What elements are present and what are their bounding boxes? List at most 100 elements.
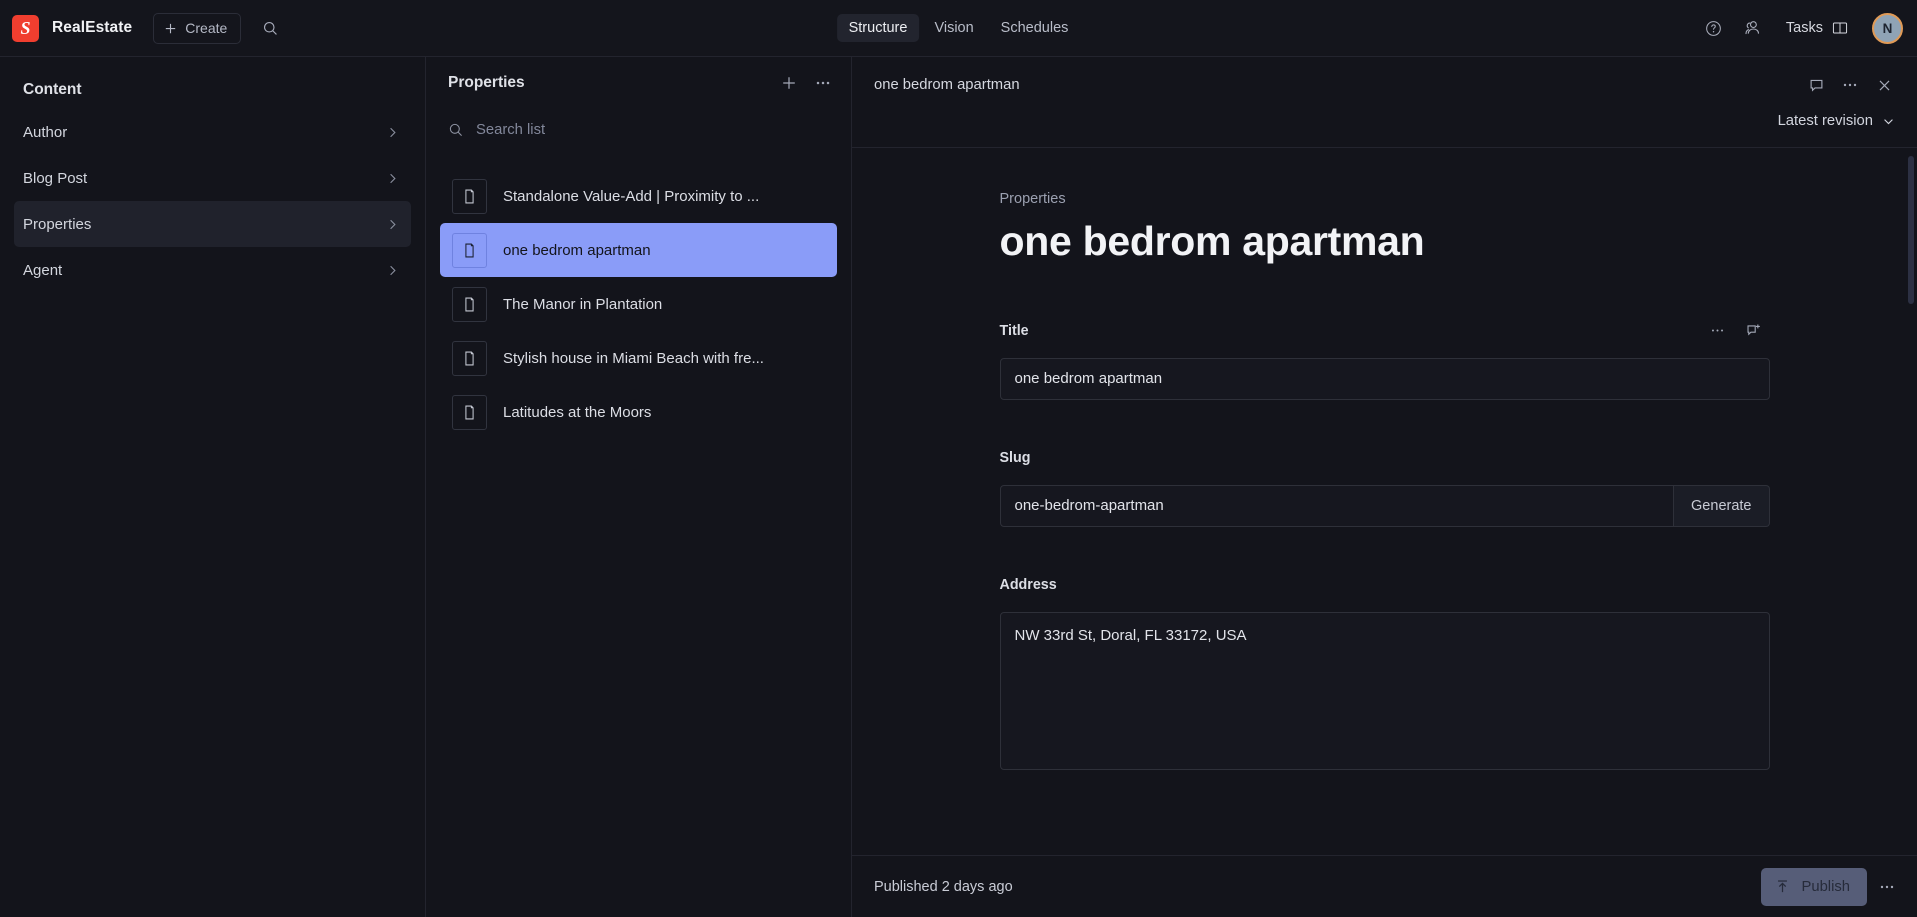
list-item[interactable]: Stylish house in Miami Beach with fre... <box>440 331 837 385</box>
tab-schedules[interactable]: Schedules <box>989 14 1081 42</box>
document-icon <box>452 232 487 268</box>
document-header: one bedrom apartman Latest revision <box>852 57 1917 148</box>
field-address-header: Address <box>1000 573 1770 597</box>
document-editor-pane: one bedrom apartman Latest revision Prop… <box>852 57 1917 917</box>
slug-input[interactable] <box>999 484 1675 527</box>
list-item[interactable]: The Manor in Plantation <box>440 277 837 331</box>
document-header-top-row: one bedrom apartman <box>874 66 1900 104</box>
sidebar-item-agent[interactable]: Agent <box>14 247 411 293</box>
document-list: Standalone Value-Add | Proximity to ... … <box>426 151 851 439</box>
sanity-studio-app: S RealEstate Create Structure Vision Sch… <box>0 0 1917 917</box>
field-title: Title <box>999 319 1770 400</box>
list-item-label: Latitudes at the Moors <box>503 403 652 421</box>
comments-button[interactable] <box>1800 69 1832 101</box>
list-more-button[interactable] <box>807 67 839 99</box>
field-label: Title <box>999 322 1029 339</box>
document-more-button[interactable] <box>1834 69 1866 101</box>
document-footer: Published 2 days ago Publish <box>852 855 1917 917</box>
field-title-actions <box>1702 315 1770 347</box>
project-name: RealEstate <box>52 19 133 36</box>
sidebar-item-label: Properties <box>23 215 92 233</box>
chevron-down-icon <box>1881 114 1896 129</box>
publish-more-button[interactable] <box>1871 871 1903 903</box>
sidebar-item-label: Agent <box>23 261 63 279</box>
sanity-logo-icon[interactable]: S <box>12 14 39 42</box>
navbar-right-group: Tasks N <box>1697 11 1903 45</box>
add-comment-button[interactable] <box>1738 315 1770 347</box>
sidebar-item-label: Blog Post <box>23 169 88 187</box>
document-header-title: one bedrom apartman <box>874 77 1020 93</box>
list-search-row <box>426 109 851 151</box>
publish-button[interactable]: Publish <box>1761 867 1867 906</box>
plus-icon <box>163 21 178 36</box>
publish-status: Published 2 days ago <box>874 878 1013 895</box>
help-button[interactable] <box>1697 11 1731 45</box>
list-item-label: Standalone Value-Add | Proximity to ... <box>503 187 760 205</box>
publish-arrow-icon <box>1774 878 1791 895</box>
panel-icon <box>1831 19 1849 37</box>
sidebar-item-label: Author <box>23 123 68 141</box>
search-icon <box>262 20 279 37</box>
generate-slug-button[interactable]: Generate <box>1674 484 1770 527</box>
create-button[interactable]: Create <box>153 12 242 44</box>
list-item-label: Stylish house in Miami Beach with fre... <box>503 349 764 367</box>
sidebar-item-blog-post[interactable]: Blog Post <box>14 155 411 201</box>
title-input[interactable] <box>999 357 1770 400</box>
document-icon <box>452 286 487 322</box>
add-document-button[interactable] <box>773 67 805 99</box>
tasks-button-label: Tasks <box>1785 20 1823 36</box>
close-icon <box>1876 77 1893 94</box>
list-item-label: The Manor in Plantation <box>503 295 663 313</box>
list-pane-header: Properties <box>426 57 851 109</box>
tab-structure[interactable]: Structure <box>836 14 920 42</box>
sidebar-item-properties[interactable]: Properties <box>14 201 411 247</box>
vertical-scrollbar[interactable] <box>1908 156 1914 304</box>
top-navbar: S RealEstate Create Structure Vision Sch… <box>0 0 1917 57</box>
structure-pane-title: Content <box>23 81 82 98</box>
more-icon <box>1709 322 1726 339</box>
tasks-button[interactable]: Tasks <box>1777 11 1858 45</box>
field-label: Address <box>999 576 1057 593</box>
more-icon <box>1878 878 1896 896</box>
address-textarea[interactable] <box>999 611 1770 770</box>
create-button-label: Create <box>185 20 228 36</box>
field-more-button[interactable] <box>1702 315 1734 347</box>
people-icon <box>1742 18 1762 38</box>
publish-button-label: Publish <box>1801 878 1850 895</box>
more-icon <box>1841 76 1859 94</box>
field-slug: Slug Generate <box>999 446 1770 527</box>
list-pane-actions <box>773 67 839 99</box>
document-header-bottom-row: Latest revision <box>874 104 1900 138</box>
close-document-button[interactable] <box>1868 69 1900 101</box>
comment-icon <box>1808 77 1825 94</box>
field-label: Slug <box>999 449 1031 466</box>
revision-selector[interactable]: Latest revision <box>1774 108 1900 134</box>
field-slug-header: Slug <box>1000 446 1770 470</box>
global-search-button[interactable] <box>255 13 285 43</box>
field-title-header: Title <box>1000 319 1770 343</box>
add-comment-icon <box>1745 322 1762 339</box>
document-form-scroll[interactable]: Properties one bedrom apartman Title one… <box>852 148 1917 855</box>
structure-pane: Content Author Blog Post Properties Agen… <box>0 57 426 917</box>
search-input[interactable] <box>476 122 829 138</box>
chevron-right-icon <box>385 171 400 186</box>
members-button[interactable] <box>1735 11 1769 45</box>
chevron-right-icon <box>385 263 400 278</box>
studio-body: Content Author Blog Post Properties Agen… <box>0 57 1917 917</box>
tab-vision[interactable]: Vision <box>922 14 985 42</box>
document-icon <box>452 340 487 376</box>
document-header-actions <box>1800 69 1900 101</box>
user-avatar[interactable]: N <box>1872 12 1903 44</box>
slug-row: Generate <box>999 484 1770 527</box>
list-item[interactable]: Latitudes at the Moors <box>440 385 837 439</box>
revision-label: Latest revision <box>1777 113 1873 129</box>
sidebar-item-author[interactable]: Author <box>14 109 411 155</box>
list-pane-title: Properties <box>448 74 525 91</box>
list-item[interactable]: one bedrom apartman <box>440 223 837 277</box>
chevron-right-icon <box>385 125 400 140</box>
document-icon <box>452 394 487 430</box>
page-title: one bedrom apartman <box>999 218 1425 264</box>
list-item[interactable]: Standalone Value-Add | Proximity to ... <box>440 169 837 223</box>
plus-icon <box>780 74 798 92</box>
question-circle-icon <box>1704 19 1723 38</box>
